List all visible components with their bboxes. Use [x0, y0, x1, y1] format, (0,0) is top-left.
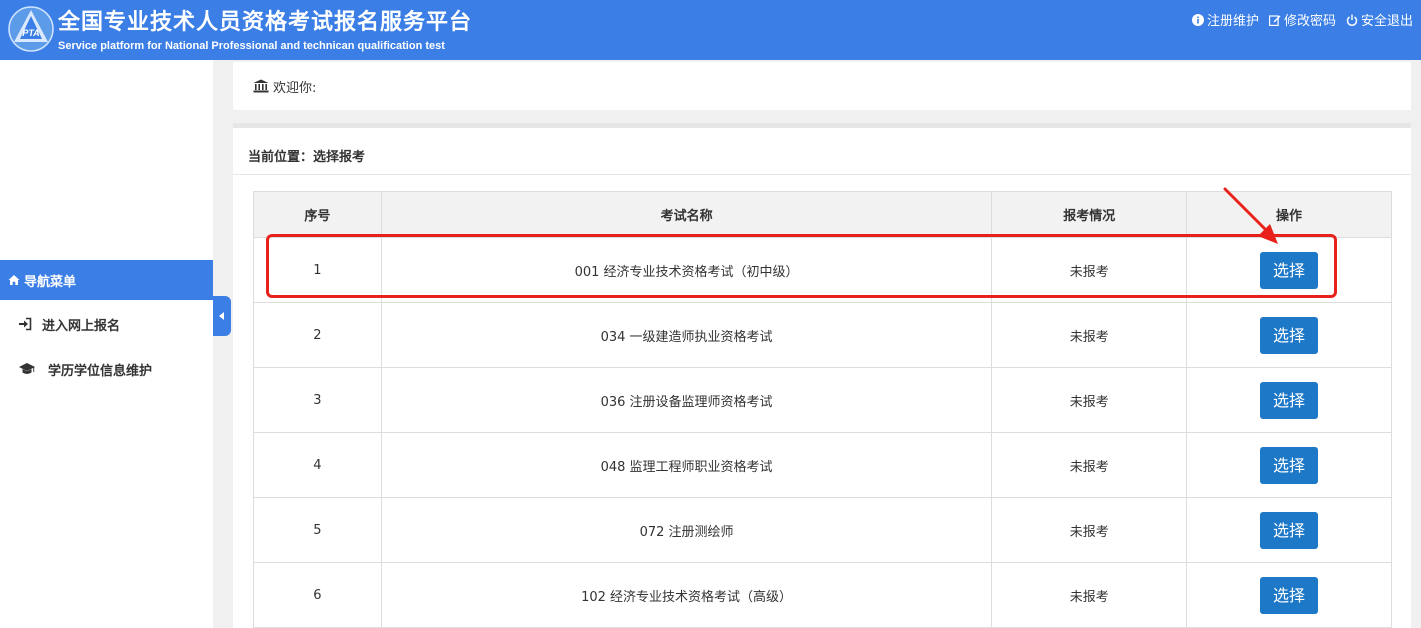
graduation-cap-icon: [19, 363, 35, 374]
pta-logo-icon: PTA: [8, 6, 54, 52]
row-exam-name: 102 经济专业技术资格考试（高级）: [380, 562, 993, 628]
row-status: 未报考: [991, 302, 1188, 368]
table-header-row: 序号 考试名称 报考情况 操作: [253, 191, 1392, 238]
table-row: 6 102 经济专业技术资格考试（高级） 未报考 选择: [253, 562, 1392, 628]
row-action: 选择: [1186, 237, 1392, 303]
select-button[interactable]: 选择: [1260, 251, 1319, 289]
exam-select-panel: 当前位置：选择报考 序号 考试名称 报考情况 操作 1 001 经济专业技术资格…: [233, 123, 1411, 628]
register-maintenance-label: 注册维护: [1206, 14, 1259, 29]
select-button[interactable]: 选择: [1260, 446, 1319, 484]
nav-menu-header: 导航菜单: [0, 260, 213, 300]
row-exam-name: 034 一级建造师执业资格考试: [380, 302, 993, 368]
row-exam-name: 001 经济专业技术资格考试（初中级）: [380, 237, 993, 303]
row-status: 未报考: [991, 432, 1188, 498]
row-exam-name: 072 注册测绘师: [380, 497, 993, 563]
sidebar: 导航菜单 进入网上报名 学历学位信息维护: [0, 60, 213, 628]
home-icon: [8, 275, 20, 285]
sidebar-collapse-toggle[interactable]: [213, 296, 231, 336]
row-status: 未报考: [991, 497, 1188, 563]
sidebar-item-online-registration[interactable]: 进入网上报名: [0, 304, 213, 344]
header-status: 报考情况: [991, 191, 1188, 238]
table-row: 5 072 注册测绘师 未报考 选择: [253, 497, 1392, 563]
info-icon: [1191, 13, 1204, 26]
select-button[interactable]: 选择: [1260, 381, 1319, 419]
sidebar-item-label: 学历学位信息维护: [48, 363, 153, 379]
site-title: 全国专业技术人员资格考试报名服务平台: [58, 10, 473, 35]
header-exam-name: 考试名称: [380, 191, 993, 238]
site-subtitle: Service platform for National Profession…: [58, 40, 445, 52]
logout-label: 安全退出: [1360, 14, 1413, 29]
row-no: 4: [253, 432, 382, 498]
select-button[interactable]: 选择: [1260, 576, 1319, 614]
caret-left-icon: [219, 312, 224, 320]
divider: [233, 174, 1411, 175]
edit-icon: [1268, 14, 1281, 26]
row-exam-name: 036 注册设备监理师资格考试: [380, 367, 993, 433]
row-status: 未报考: [991, 367, 1188, 433]
select-button[interactable]: 选择: [1260, 316, 1319, 354]
select-button[interactable]: 选择: [1260, 511, 1319, 549]
table-row: 3 036 注册设备监理师资格考试 未报考 选择: [253, 367, 1392, 433]
row-no: 1: [253, 237, 382, 303]
welcome-text: 欢迎你:: [273, 80, 317, 96]
row-no: 6: [253, 562, 382, 628]
welcome-bar: 欢迎你:: [233, 62, 1411, 110]
table-row: 4 048 监理工程师职业资格考试 未报考 选择: [253, 432, 1392, 498]
row-no: 2: [253, 302, 382, 368]
row-no: 5: [253, 497, 382, 563]
row-action: 选择: [1186, 302, 1392, 368]
header-no: 序号: [253, 191, 382, 238]
table-row: 1 001 经济专业技术资格考试（初中级） 未报考 选择: [253, 237, 1392, 303]
top-header: PTA 全国专业技术人员资格考试报名服务平台 Service platform …: [0, 0, 1421, 60]
sidebar-item-label: 进入网上报名: [42, 318, 121, 334]
nav-menu-title: 导航菜单: [24, 274, 77, 290]
breadcrumb: 当前位置：选择报考: [248, 150, 366, 165]
row-action: 选择: [1186, 562, 1392, 628]
top-links: 注册维护 修改密码 安全退出: [1191, 10, 1413, 29]
sidebar-item-education-info[interactable]: 学历学位信息维护: [0, 349, 213, 389]
logo-text: PTA: [22, 28, 39, 38]
row-action: 选择: [1186, 367, 1392, 433]
row-no: 3: [253, 367, 382, 433]
row-action: 选择: [1186, 497, 1392, 563]
row-exam-name: 048 监理工程师职业资格考试: [380, 432, 993, 498]
power-icon: [1346, 14, 1358, 26]
logout-link[interactable]: 安全退出: [1346, 10, 1413, 29]
row-status: 未报考: [991, 237, 1188, 303]
sign-in-icon: [19, 317, 32, 331]
change-password-link[interactable]: 修改密码: [1268, 10, 1336, 29]
bank-icon: [253, 79, 269, 93]
row-status: 未报考: [991, 562, 1188, 628]
header-action: 操作: [1186, 191, 1392, 238]
table-row: 2 034 一级建造师执业资格考试 未报考 选择: [253, 302, 1392, 368]
register-maintenance-link[interactable]: 注册维护: [1191, 10, 1259, 29]
row-action: 选择: [1186, 432, 1392, 498]
change-password-label: 修改密码: [1283, 14, 1336, 29]
exam-table: 序号 考试名称 报考情况 操作 1 001 经济专业技术资格考试（初中级） 未报…: [253, 191, 1392, 628]
